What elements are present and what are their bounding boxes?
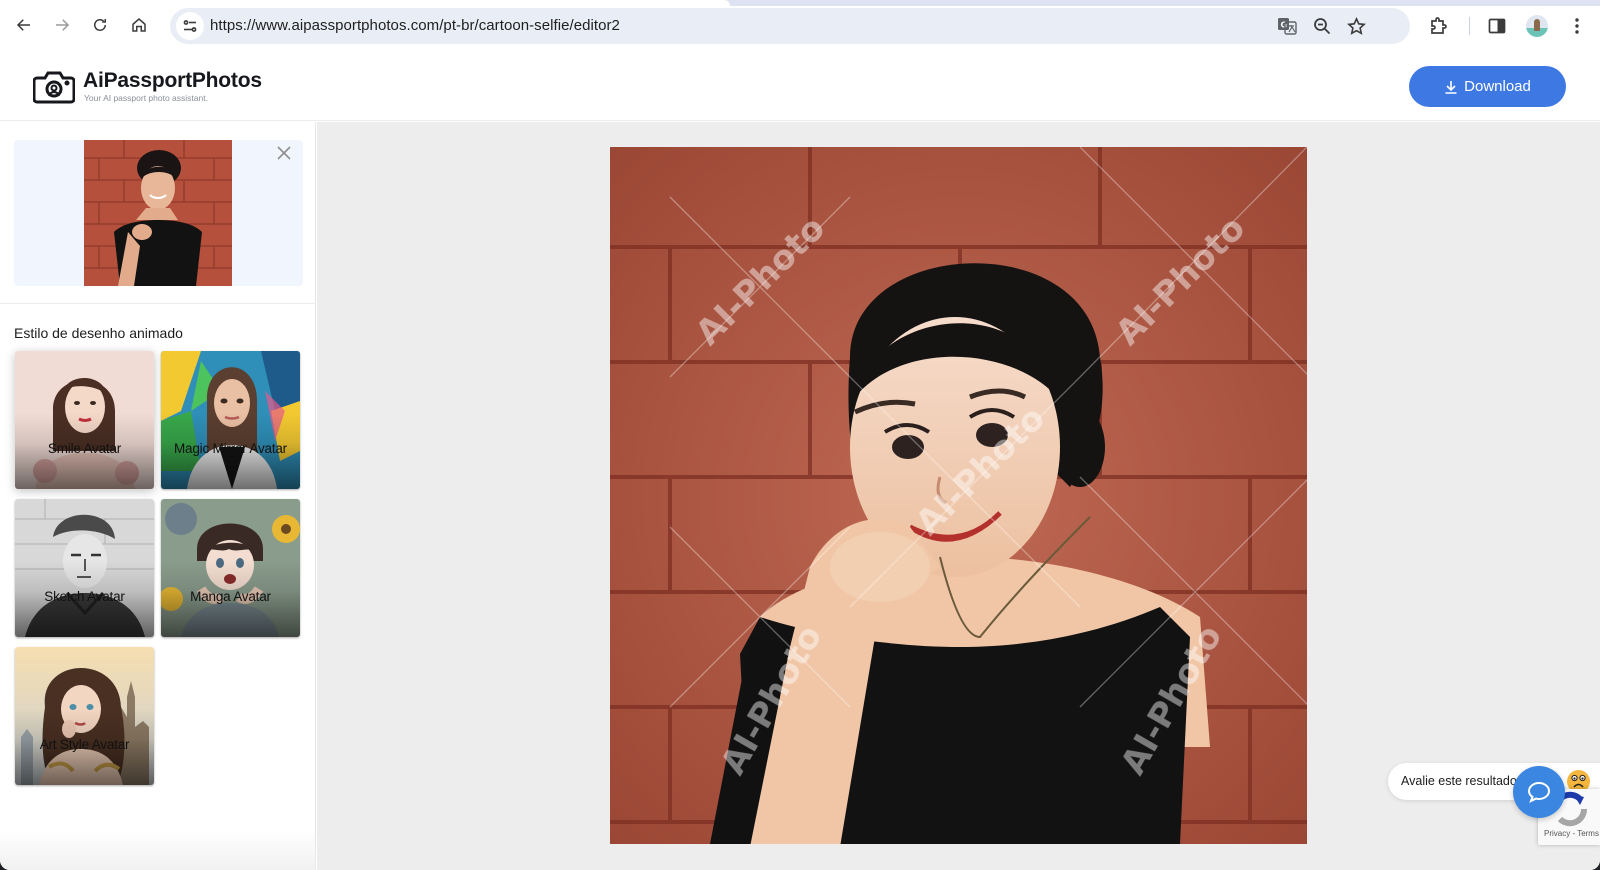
style-card-magic-mirror-avatar[interactable]: Magic Mirror Avatar bbox=[161, 351, 300, 489]
home-button[interactable] bbox=[127, 13, 151, 37]
bookmark-button[interactable] bbox=[1345, 16, 1367, 36]
chat-bubble-icon bbox=[1527, 781, 1551, 803]
brand-name[interactable]: AiPassportPhotos bbox=[83, 69, 262, 93]
sidebar-bottom-fade bbox=[0, 830, 316, 870]
browser-menu-button[interactable] bbox=[1565, 14, 1589, 38]
translate-button[interactable]: G bbox=[1276, 16, 1298, 36]
cartoon-style-heading: Estilo de desenho animado bbox=[14, 325, 183, 341]
reload-icon bbox=[94, 19, 106, 31]
style-card-art-style-avatar[interactable]: Art Style Avatar bbox=[15, 647, 154, 785]
zoom-out-icon bbox=[1314, 18, 1331, 35]
browser-toolbar: https://www.aipassportphotos.com/pt-br/c… bbox=[0, 0, 1600, 52]
portrait-photo-image bbox=[84, 140, 232, 286]
camera-logo-icon[interactable] bbox=[33, 69, 75, 105]
tab-strip bbox=[0, 0, 1600, 6]
download-label: Download bbox=[1464, 78, 1531, 95]
style-label: Manga Avatar bbox=[190, 589, 271, 604]
close-x-icon bbox=[277, 146, 291, 160]
download-arrow-icon bbox=[1445, 80, 1457, 94]
style-card-sketch-avatar[interactable]: Sketch Avatar bbox=[15, 499, 154, 637]
translate-icon: G bbox=[1278, 18, 1297, 35]
brand-tagline: Your AI passport photo assistant. bbox=[84, 93, 208, 103]
bookmark-star-icon bbox=[1346, 16, 1366, 35]
site-info-icon bbox=[183, 20, 197, 32]
home-icon bbox=[132, 18, 146, 32]
arrow-left-icon bbox=[16, 19, 30, 31]
extensions-icon bbox=[1431, 17, 1447, 34]
download-button[interactable]: Download bbox=[1409, 66, 1566, 107]
side-panel-icon bbox=[1488, 18, 1506, 34]
arrow-right-icon bbox=[56, 19, 70, 31]
uploaded-photo-card bbox=[14, 140, 303, 286]
site-header: AiPassportPhotos Your AI passport photo … bbox=[0, 52, 1600, 121]
chat-support-button[interactable] bbox=[1513, 766, 1565, 818]
active-tab[interactable] bbox=[0, 0, 730, 6]
cartoon-portrait-image: AI-Photo AI-Photo AI-Photo AI-Photo AI-P… bbox=[610, 147, 1307, 844]
forward-button[interactable] bbox=[50, 13, 74, 37]
style-card-smile-avatar[interactable]: Smile Avatar bbox=[15, 351, 154, 489]
toolbar-separator bbox=[1469, 17, 1470, 35]
cartoon-result-image: AI-Photo AI-Photo AI-Photo AI-Photo AI-P… bbox=[610, 147, 1307, 844]
zoom-button[interactable] bbox=[1311, 16, 1333, 36]
style-card-manga-avatar[interactable]: Manga Avatar bbox=[161, 499, 300, 637]
style-label: Sketch Avatar bbox=[44, 589, 125, 604]
style-label: Art Style Avatar bbox=[39, 737, 130, 752]
style-label: Magic Mirror Avatar bbox=[174, 441, 287, 456]
address-bar[interactable]: https://www.aipassportphotos.com/pt-br/c… bbox=[170, 8, 1410, 44]
recaptcha-links[interactable]: Privacy - Terms bbox=[1544, 829, 1599, 838]
web-page: AiPassportPhotos Your AI passport photo … bbox=[0, 52, 1600, 870]
back-button[interactable] bbox=[12, 13, 36, 37]
profile-avatar[interactable] bbox=[1526, 15, 1548, 37]
menu-kebab-icon bbox=[1575, 18, 1579, 34]
extensions-button[interactable] bbox=[1427, 14, 1451, 38]
url-text[interactable]: https://www.aipassportphotos.com/pt-br/c… bbox=[210, 17, 620, 34]
style-label: Smile Avatar bbox=[47, 441, 122, 456]
uploaded-photo bbox=[84, 140, 232, 286]
rate-prompt: Avalie este resultado: bbox=[1401, 774, 1521, 788]
site-info-button[interactable] bbox=[176, 12, 204, 40]
side-panel-button[interactable] bbox=[1485, 14, 1509, 38]
style-sidebar: Estilo de desenho animado Smile Avatar M… bbox=[0, 122, 316, 870]
reload-button[interactable] bbox=[88, 13, 112, 37]
sidebar-divider bbox=[0, 303, 316, 304]
result-canvas: AI-Photo AI-Photo AI-Photo AI-Photo AI-P… bbox=[317, 122, 1600, 870]
remove-photo-button[interactable] bbox=[277, 146, 293, 162]
